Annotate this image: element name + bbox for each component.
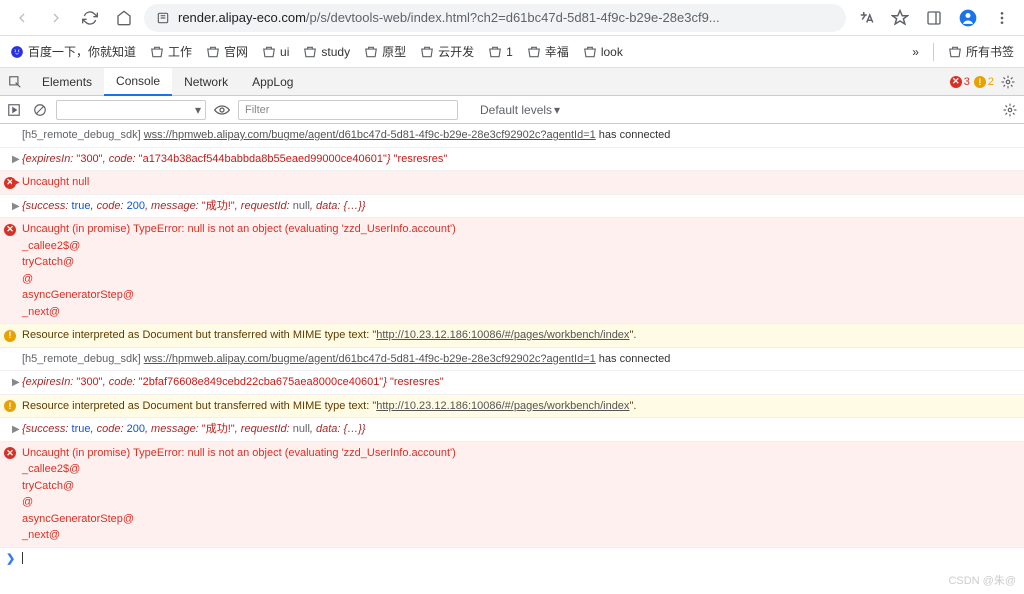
log-row: ▶{success: true, code: 200, message: "成功…	[0, 195, 1024, 219]
log-link[interactable]: http://10.23.12.186:10086/#/pages/workbe…	[376, 329, 629, 341]
bookmarks-bar: 百度一下，你就知道 工作 官网 ui study 原型 云开发 1 幸福 loo…	[0, 36, 1024, 68]
bookmark-item[interactable]: 幸福	[527, 43, 569, 60]
log-row-warning: !Resource interpreted as Document but tr…	[0, 324, 1024, 348]
menu-icon[interactable]	[988, 4, 1016, 32]
devtools-settings-icon[interactable]	[998, 72, 1018, 92]
expand-arrow-icon[interactable]: ▶	[12, 422, 20, 437]
url-bar[interactable]: render.alipay-eco.com/p/s/devtools-web/i…	[144, 4, 846, 32]
expand-arrow-icon[interactable]: ▶	[12, 175, 20, 190]
bookmark-item[interactable]: ui	[262, 45, 289, 59]
bookmark-item[interactable]: study	[303, 45, 350, 59]
bookmarks-overflow-icon[interactable]: »	[912, 45, 919, 59]
log-levels-dropdown[interactable]: Default levels ▾	[480, 103, 560, 117]
filter-input[interactable]: Filter	[238, 100, 458, 120]
inspect-icon[interactable]	[0, 68, 30, 96]
error-count-badge[interactable]: ✕3	[950, 76, 970, 88]
log-row-error: ✕▶Uncaught null	[0, 171, 1024, 195]
bookmark-item[interactable]: 工作	[150, 43, 192, 60]
log-row: [h5_remote_debug_sdk] wss://hpmweb.alipa…	[0, 124, 1024, 148]
warning-icon: !	[4, 327, 16, 344]
bookmark-item[interactable]: 百度一下，你就知道	[10, 43, 136, 60]
log-link[interactable]: wss://hpmweb.alipay.com/bugme/agent/d61b…	[144, 129, 596, 141]
log-row: ▶{expiresIn: "300", code: "a1734b38acf54…	[0, 148, 1024, 172]
bookmark-item[interactable]: 1	[488, 45, 513, 59]
live-expression-icon[interactable]	[212, 100, 232, 120]
console-body: [h5_remote_debug_sdk] wss://hpmweb.alipa…	[0, 124, 1024, 594]
log-link[interactable]: wss://hpmweb.alipay.com/bugme/agent/d61b…	[144, 353, 596, 365]
bookmark-item[interactable]: 云开发	[420, 43, 474, 60]
console-toolbar: ▾ Filter Default levels ▾	[0, 96, 1024, 124]
sidepanel-icon[interactable]	[920, 4, 948, 32]
reload-icon[interactable]	[76, 4, 104, 32]
expand-arrow-icon[interactable]: ▶	[12, 152, 20, 167]
url-domain: render.alipay-eco.com	[178, 10, 306, 25]
console-settings-icon[interactable]	[1000, 100, 1020, 120]
console-prompt[interactable]	[0, 548, 1024, 571]
expand-arrow-icon[interactable]: ▶	[12, 199, 20, 214]
tab-applog[interactable]: AppLog	[240, 68, 305, 96]
bookmark-item[interactable]: look	[583, 45, 623, 59]
translate-icon[interactable]	[852, 4, 880, 32]
bookmark-item[interactable]: 官网	[206, 43, 248, 60]
site-info-icon	[156, 11, 170, 25]
error-icon: ✕	[4, 221, 16, 238]
tab-elements[interactable]: Elements	[30, 68, 104, 96]
url-path: /p/s/devtools-web/index.html?ch2=d61bc47…	[306, 10, 720, 25]
devtools-tabs: Elements Console Network AppLog ✕3 !2	[0, 68, 1024, 96]
profile-icon[interactable]	[954, 4, 982, 32]
bookmark-item[interactable]: 原型	[364, 43, 406, 60]
forward-icon[interactable]	[42, 4, 70, 32]
all-bookmarks[interactable]: 所有书签	[948, 43, 1014, 60]
back-icon[interactable]	[8, 4, 36, 32]
log-row-warning: !Resource interpreted as Document but tr…	[0, 395, 1024, 419]
log-row: [h5_remote_debug_sdk] wss://hpmweb.alipa…	[0, 348, 1024, 372]
toggle-sidebar-icon[interactable]	[4, 100, 24, 120]
tab-console[interactable]: Console	[104, 68, 172, 96]
warning-icon: !	[4, 398, 16, 415]
log-row-error: ✕Uncaught (in promise) TypeError: null i…	[0, 218, 1024, 324]
star-icon[interactable]	[886, 4, 914, 32]
error-icon: ✕	[4, 445, 16, 462]
log-link[interactable]: http://10.23.12.186:10086/#/pages/workbe…	[376, 400, 629, 412]
log-row: ▶{expiresIn: "300", code: "2bfaf76608e84…	[0, 371, 1024, 395]
context-dropdown[interactable]: ▾	[56, 100, 206, 120]
log-row-error: ✕Uncaught (in promise) TypeError: null i…	[0, 442, 1024, 548]
warning-count-badge[interactable]: !2	[974, 76, 994, 88]
expand-arrow-icon[interactable]: ▶	[12, 375, 20, 390]
clear-console-icon[interactable]	[30, 100, 50, 120]
log-row: ▶{success: true, code: 200, message: "成功…	[0, 418, 1024, 442]
tab-network[interactable]: Network	[172, 68, 240, 96]
home-icon[interactable]	[110, 4, 138, 32]
watermark: CSDN @朱@	[948, 572, 1016, 588]
browser-toolbar: render.alipay-eco.com/p/s/devtools-web/i…	[0, 0, 1024, 36]
